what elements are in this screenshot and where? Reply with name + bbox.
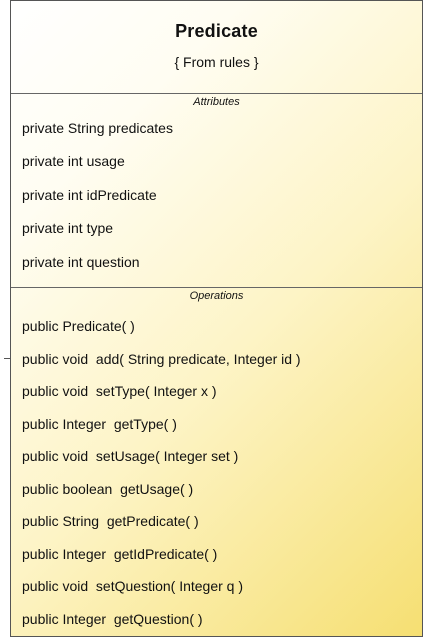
operation-item: public void setType( Integer x ) (22, 383, 217, 399)
class-name: Predicate (175, 21, 258, 41)
attributes-compartment: Attributes private String predicates pri… (11, 94, 422, 288)
attribute-item: private int question (22, 254, 140, 270)
operation-item: public boolean getUsage( ) (22, 481, 194, 497)
operation-item: public void setQuestion( Integer q ) (22, 578, 244, 594)
attribute-item: private int type (22, 220, 114, 236)
operations-compartment: Operations public Predicate( ) public vo… (11, 288, 422, 638)
attributes-title: Attributes (193, 96, 240, 108)
class-header: Predicate { From rules } (11, 1, 422, 94)
attribute-item: private int idPredicate (22, 187, 157, 203)
operation-item: public Integer getQuestion( ) (22, 611, 203, 627)
operation-item: public void setUsage( Integer set ) (22, 448, 239, 464)
operations-title: Operations (189, 290, 244, 302)
attribute-item: private String predicates (22, 120, 173, 136)
class-stereotype: { From rules } (174, 54, 259, 70)
operation-item: public Predicate( ) (22, 318, 135, 334)
operation-item: public Integer getIdPredicate( ) (22, 546, 218, 562)
uml-class-box[interactable]: Predicate { From rules } Attributes priv… (10, 0, 423, 637)
attribute-item: private int usage (22, 153, 125, 169)
operation-item: public void add( String predicate, Integ… (22, 351, 301, 367)
operation-item: public String getPredicate( ) (22, 513, 199, 529)
operation-item: public Integer getType( ) (22, 416, 177, 432)
